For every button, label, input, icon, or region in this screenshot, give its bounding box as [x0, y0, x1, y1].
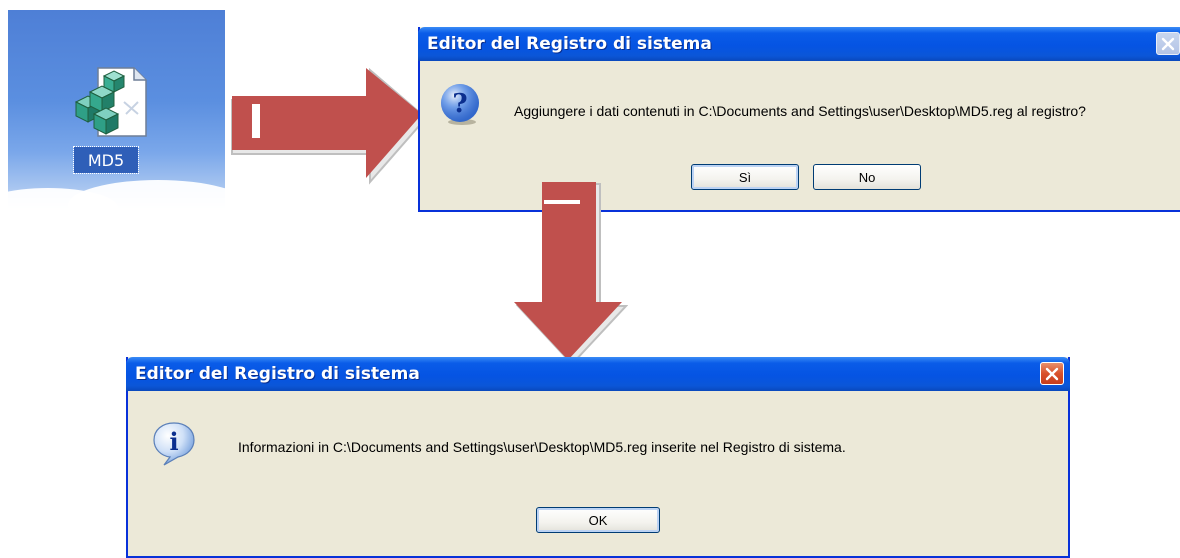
- file-label[interactable]: MD5: [73, 146, 139, 174]
- info-icon: i: [150, 419, 198, 471]
- info-dialog-title: Editor del Registro di sistema: [135, 364, 420, 384]
- desktop-area: MD5: [8, 10, 225, 213]
- ok-button[interactable]: OK: [536, 507, 660, 533]
- svg-text:?: ?: [452, 89, 467, 119]
- confirm-dialog-title: Editor del Registro di sistema: [427, 34, 712, 54]
- close-button[interactable]: [1040, 362, 1064, 385]
- confirm-message: Aggiungere i dati contenuti in C:\Docume…: [514, 103, 1086, 119]
- info-dialog: Editor del Registro di sistema i Informa…: [126, 357, 1070, 558]
- right-arrow: [231, 67, 428, 185]
- down-arrow: [514, 182, 628, 366]
- cloud-decoration: [68, 180, 225, 213]
- registry-file-icon[interactable]: [68, 62, 152, 142]
- close-icon: [1161, 37, 1175, 50]
- info-dialog-titlebar[interactable]: Editor del Registro di sistema: [126, 357, 1070, 391]
- question-icon: ?: [438, 82, 484, 132]
- svg-text:i: i: [169, 427, 178, 456]
- no-button[interactable]: No: [813, 164, 921, 190]
- info-message: Informazioni in C:\Documents and Setting…: [238, 439, 846, 455]
- confirm-dialog-titlebar[interactable]: Editor del Registro di sistema: [418, 27, 1180, 61]
- close-icon: [1045, 367, 1059, 380]
- close-button: [1156, 32, 1180, 55]
- yes-button[interactable]: Sì: [691, 164, 799, 190]
